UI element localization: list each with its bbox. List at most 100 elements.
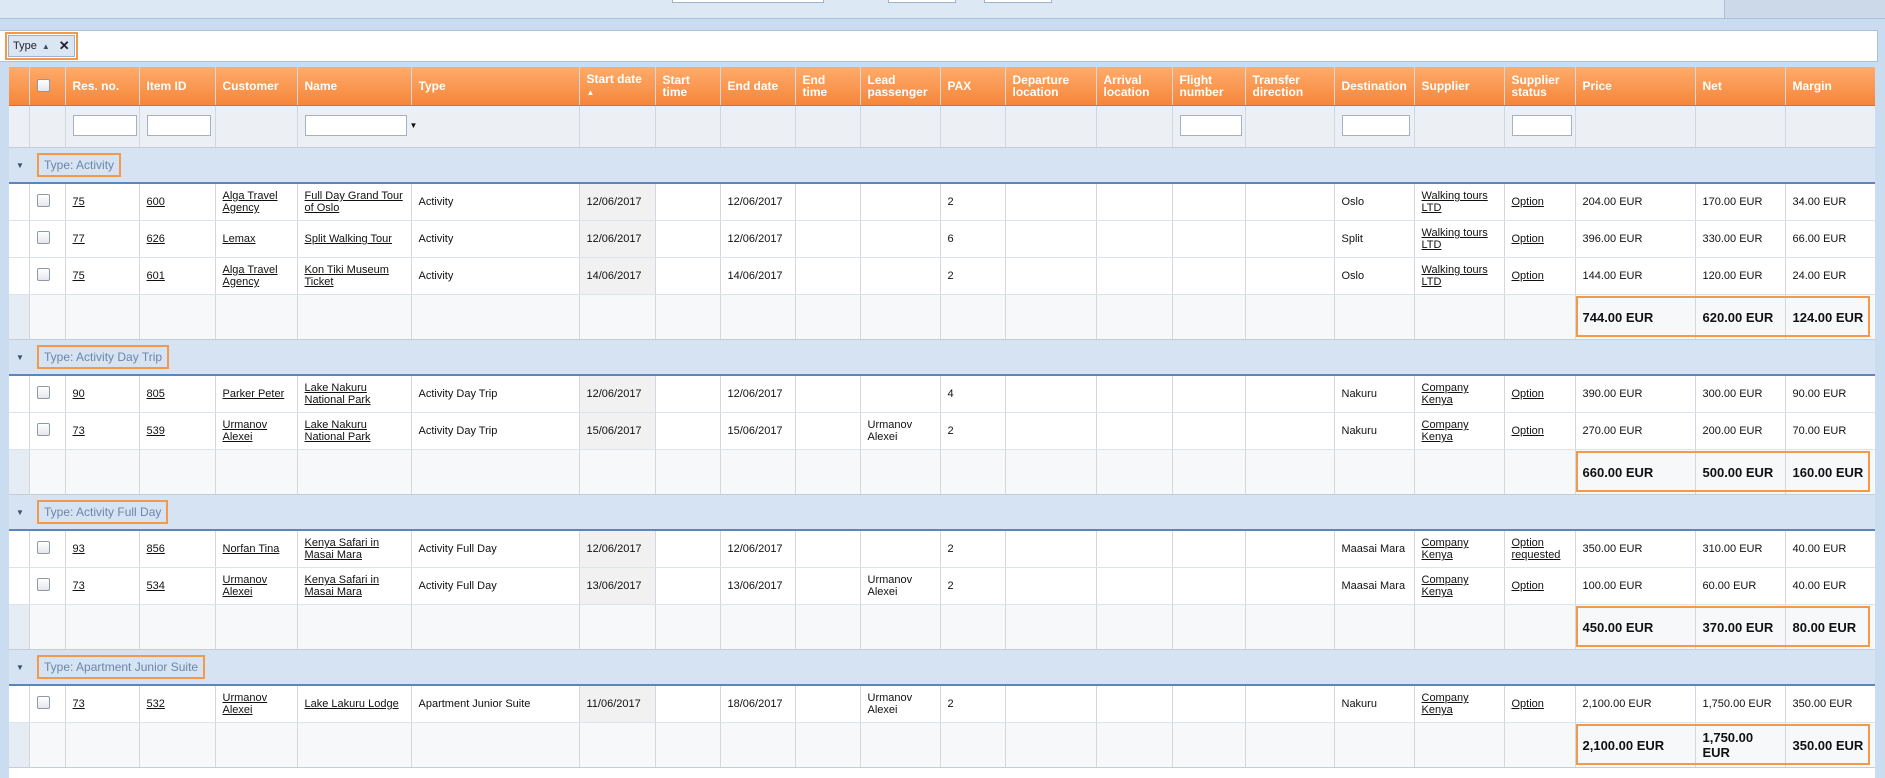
col-header-start-date[interactable]: Start date ▲: [579, 67, 656, 106]
name-link[interactable]: Lake Lakuru Lodge: [305, 698, 399, 710]
col-header-margin[interactable]: Margin: [1785, 67, 1875, 106]
name-link[interactable]: Kon Tiki Museum Ticket: [305, 264, 389, 288]
table-row[interactable]: 73 532 Urmanov Alexei Lake Lakuru Lodge Apar…: [9, 685, 1875, 723]
supplier-link[interactable]: Walking tours LTD: [1422, 190, 1488, 214]
res-no-filter[interactable]: ▼: [72, 114, 139, 136]
supplier-status-link[interactable]: Option: [1512, 580, 1544, 592]
col-header-net[interactable]: Net: [1695, 67, 1786, 106]
remove-group-close-icon[interactable]: ✕: [59, 38, 70, 54]
col-header-name[interactable]: Name: [297, 67, 412, 106]
group-header-row[interactable]: ▼ Type: Activity Day Trip: [9, 339, 1875, 376]
col-header-pax[interactable]: PAX: [940, 67, 1006, 106]
chevron-down-icon[interactable]: ▼: [410, 121, 418, 130]
supplier-link[interactable]: Company Kenya: [1422, 382, 1469, 406]
col-header-lead-passenger[interactable]: Lead passenger: [860, 67, 941, 106]
supplier-status-link[interactable]: Option: [1512, 233, 1544, 245]
customer-link[interactable]: Alga Travel Agency: [223, 264, 278, 288]
name-link[interactable]: Lake Nakuru National Park: [305, 382, 371, 406]
col-header-supplier-status[interactable]: Supplier status: [1504, 67, 1576, 106]
res-no-link[interactable]: 73: [73, 425, 85, 437]
customer-link[interactable]: Urmanov Alexei: [223, 574, 268, 598]
collapse-group-icon[interactable]: ▼: [16, 508, 26, 517]
col-header-type[interactable]: Type: [411, 67, 580, 106]
item-id-link[interactable]: 534: [147, 580, 165, 592]
res-no-link[interactable]: 77: [73, 233, 85, 245]
supplier-link[interactable]: Walking tours LTD: [1422, 264, 1488, 288]
col-header-flight-number[interactable]: Flight number: [1172, 67, 1246, 106]
item-id-link[interactable]: 805: [147, 388, 165, 400]
res-no-link[interactable]: 73: [73, 698, 85, 710]
top-search-field[interactable]: [672, 0, 824, 3]
supplier-status-link[interactable]: Option: [1512, 196, 1544, 208]
item-id-link[interactable]: 626: [147, 233, 165, 245]
row-checkbox[interactable]: [36, 541, 50, 554]
col-header-item-id[interactable]: Item ID: [139, 67, 216, 106]
group-header-row[interactable]: ▼ Type: Activity: [9, 147, 1875, 184]
collapse-group-icon[interactable]: ▼: [16, 663, 26, 672]
col-header-arrival-location[interactable]: Arrival location: [1096, 67, 1173, 106]
supplier-link[interactable]: Company Kenya: [1422, 419, 1469, 443]
col-header-transfer-direction[interactable]: Transfer direction: [1245, 67, 1335, 106]
item-id-link[interactable]: 532: [147, 698, 165, 710]
col-header-end-date[interactable]: End date: [720, 67, 796, 106]
supplier-link[interactable]: Company Kenya: [1422, 574, 1469, 598]
supplier-status-link[interactable]: Option: [1512, 388, 1544, 400]
col-header-destination[interactable]: Destination: [1334, 67, 1415, 106]
col-header-departure-location[interactable]: Departure location: [1005, 67, 1097, 106]
name-link[interactable]: Kenya Safari in Masai Mara: [305, 574, 380, 598]
name-filter[interactable]: ▼: [304, 114, 418, 136]
row-checkbox[interactable]: [36, 423, 50, 436]
name-link[interactable]: Kenya Safari in Masai Mara: [305, 537, 380, 561]
customer-link[interactable]: Parker Peter: [223, 388, 285, 400]
res-no-link[interactable]: 90: [73, 388, 85, 400]
table-row[interactable]: 93 856 Norfan Tina Kenya Safari in Masai Ma…: [9, 530, 1875, 568]
supplier-status-link[interactable]: Option: [1512, 698, 1544, 710]
group-header-row[interactable]: ▼ Type: Activity Full Day: [9, 494, 1875, 531]
collapse-group-icon[interactable]: ▼: [16, 353, 26, 362]
name-link[interactable]: Full Day Grand Tour of Oslo: [305, 190, 403, 214]
customer-link[interactable]: Lemax: [223, 233, 256, 245]
customer-link[interactable]: Alga Travel Agency: [223, 190, 278, 214]
item-id-link[interactable]: 601: [147, 270, 165, 282]
supplier-status-link[interactable]: Option: [1512, 425, 1544, 437]
destination-filter[interactable]: ▼: [1341, 114, 1413, 136]
name-link[interactable]: Split Walking Tour: [305, 233, 392, 245]
col-header-price[interactable]: Price: [1575, 67, 1696, 106]
supplier-status-filter[interactable]: ▼: [1511, 114, 1575, 136]
supplier-link[interactable]: Company Kenya: [1422, 537, 1469, 561]
col-header-res-no[interactable]: Res. no.: [65, 67, 140, 106]
table-row[interactable]: 73 534 Urmanov Alexei Kenya Safari in Masai…: [9, 567, 1875, 605]
customer-link[interactable]: Urmanov Alexei: [223, 419, 268, 443]
row-checkbox[interactable]: [36, 268, 50, 281]
group-header-row[interactable]: ▼ Type: Apartment Junior Suite: [9, 649, 1875, 686]
customer-link[interactable]: Urmanov Alexei: [223, 692, 268, 716]
flight-number-filter[interactable]: ▼: [1179, 114, 1245, 136]
row-checkbox[interactable]: [36, 386, 50, 399]
item-id-filter[interactable]: ▼: [146, 114, 214, 136]
res-no-link[interactable]: 93: [73, 543, 85, 555]
table-row[interactable]: 77 626 Lemax Split Walking Tour Activity 12/0…: [9, 220, 1875, 258]
table-row[interactable]: 73 539 Urmanov Alexei Lake Nakuru National …: [9, 412, 1875, 450]
table-row[interactable]: 75 601 Alga Travel Agency Kon Tiki Museum T…: [9, 257, 1875, 295]
row-checkbox[interactable]: [36, 696, 50, 709]
row-checkbox[interactable]: [36, 194, 50, 207]
col-header-select[interactable]: [29, 67, 66, 106]
collapse-group-icon[interactable]: ▼: [16, 161, 26, 170]
sort-ascending-icon[interactable]: ▲: [42, 42, 50, 51]
res-no-link[interactable]: 75: [73, 196, 85, 208]
supplier-link[interactable]: Company Kenya: [1422, 692, 1469, 716]
col-header-end-time[interactable]: End time: [795, 67, 861, 106]
col-header-supplier[interactable]: Supplier: [1414, 67, 1505, 106]
item-id-link[interactable]: 856: [147, 543, 165, 555]
col-header-customer[interactable]: Customer: [215, 67, 298, 106]
group-by-chip-type[interactable]: Type ▲ ✕: [5, 32, 78, 60]
top-button-2[interactable]: [984, 0, 1052, 3]
row-checkbox[interactable]: [36, 578, 50, 591]
select-all-checkbox[interactable]: [36, 78, 50, 92]
supplier-status-link[interactable]: Option: [1512, 270, 1544, 282]
name-link[interactable]: Lake Nakuru National Park: [305, 419, 371, 443]
top-button-1[interactable]: [888, 0, 956, 3]
row-checkbox[interactable]: [36, 231, 50, 244]
customer-link[interactable]: Norfan Tina: [223, 543, 280, 555]
col-header-start-time[interactable]: Start time: [655, 67, 721, 106]
